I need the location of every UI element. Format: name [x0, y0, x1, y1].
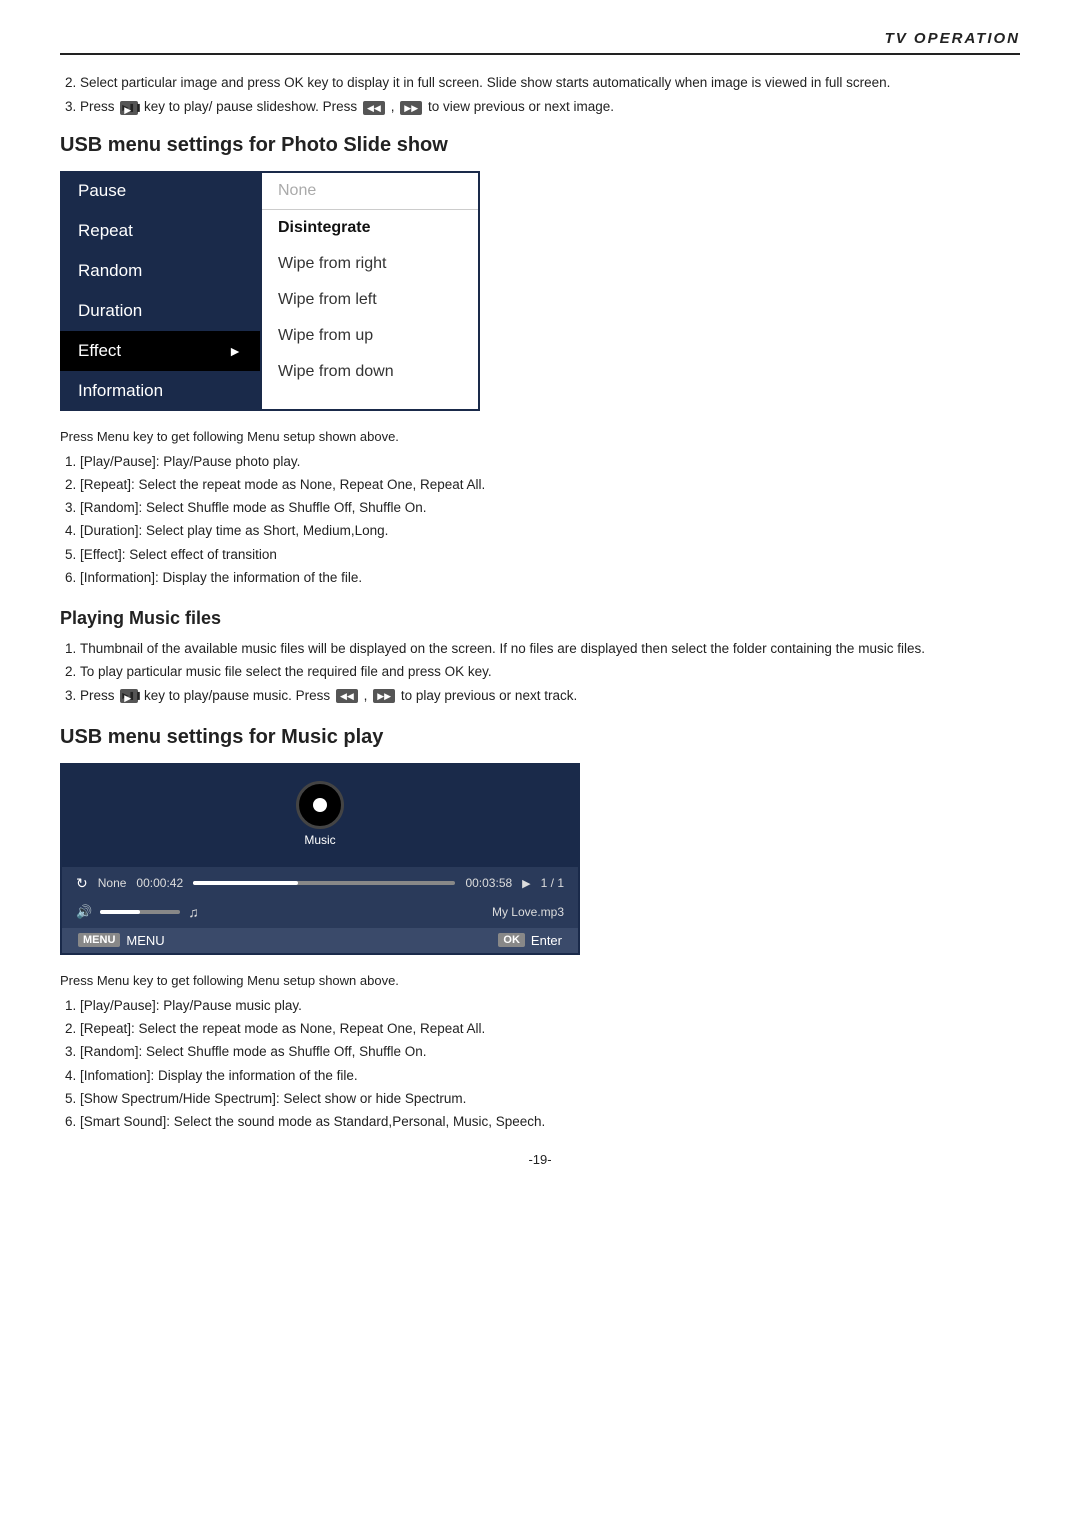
photo-instr-5: [Effect]: Select effect of transition — [80, 545, 1020, 565]
arrow-right-icon: ► — [228, 343, 242, 359]
effect-wipe-right[interactable]: Wipe from right — [262, 246, 478, 282]
intro-list: Select particular image and press OK key… — [80, 73, 1020, 118]
music-intro-3: Press ▶❚❚ key to play/pause music. Press… — [80, 686, 1020, 706]
intro-item-2: Select particular image and press OK key… — [80, 73, 1020, 93]
track-name: My Love.mp3 — [492, 905, 564, 919]
prev-icon: ◀◀ — [363, 101, 385, 115]
photo-menu-right: None Disintegrate Wipe from right Wipe f… — [260, 171, 480, 411]
music-instr-1: [Play/Pause]: Play/Pause music play. — [80, 996, 1020, 1016]
time-duration: 00:03:58 — [465, 876, 512, 890]
music-controls-bar: ↻ None 00:00:42 00:03:58 ▶ 1 / 1 — [62, 867, 578, 900]
menu-item-random[interactable]: Random — [60, 251, 260, 291]
repeat-icon: ↻ — [76, 875, 88, 892]
next-icon: ▶▶ — [400, 101, 422, 115]
time-elapsed: 00:00:42 — [136, 876, 183, 890]
music-instr-3: [Random]: Select Shuffle mode as Shuffle… — [80, 1042, 1020, 1062]
music-sub-title: Playing Music files — [60, 608, 1020, 629]
music-prev-icon: ◀◀ — [336, 689, 358, 703]
music-note-icon: ♫ — [188, 904, 199, 920]
play-indicator: ▶ — [522, 877, 530, 890]
photo-section-title: USB menu settings for Photo Slide show — [60, 134, 1020, 157]
music-row2: 🔊 ♫ My Love.mp3 — [62, 900, 578, 928]
page-number: -19- — [60, 1152, 1020, 1167]
photo-menu-left: Pause Repeat Random Duration Effect ► In… — [60, 171, 260, 411]
music-instr-2: [Repeat]: Select the repeat mode as None… — [80, 1019, 1020, 1039]
music-next-icon: ▶▶ — [373, 689, 395, 703]
music-icon-area: Music — [296, 781, 344, 847]
track-num: 1 / 1 — [541, 876, 564, 890]
photo-instr-1: [Play/Pause]: Play/Pause photo play. — [80, 452, 1020, 472]
menu-item-information[interactable]: Information — [60, 371, 260, 411]
volume-bar-fill — [100, 910, 140, 914]
menu-item-effect[interactable]: Effect ► — [60, 331, 260, 371]
music-instr-5: [Show Spectrum/Hide Spectrum]: Select sh… — [80, 1089, 1020, 1109]
music-player-box: Music ↻ None 00:00:42 00:03:58 ▶ 1 / 1 🔊… — [60, 763, 580, 955]
volume-icon: 🔊 — [76, 904, 92, 920]
music-usb-title: USB menu settings for Music play — [60, 726, 1020, 749]
photo-press-note: Press Menu key to get following Menu set… — [60, 429, 1020, 444]
photo-instr-3: [Random]: Select Shuffle mode as Shuffle… — [80, 498, 1020, 518]
photo-instr-2: [Repeat]: Select the repeat mode as None… — [80, 475, 1020, 495]
intro-item-3: Press ▶❚❚ key to play/ pause slideshow. … — [80, 97, 1020, 117]
effect-wipe-down[interactable]: Wipe from down — [262, 354, 478, 390]
ok-btn-text: Enter — [531, 933, 562, 948]
ok-btn-label: OK — [498, 933, 525, 947]
play-pause-icon: ▶❚❚ — [120, 101, 138, 115]
music-player-inner: Music — [62, 765, 578, 867]
music-intro-2: To play particular music file select the… — [80, 662, 1020, 682]
music-instr-4: [Infomation]: Display the information of… — [80, 1066, 1020, 1086]
menu-item-duration[interactable]: Duration — [60, 291, 260, 331]
menu-item-pause[interactable]: Pause — [60, 171, 260, 211]
effect-wipe-left[interactable]: Wipe from left — [262, 282, 478, 318]
photo-instr-4: [Duration]: Select play time as Short, M… — [80, 521, 1020, 541]
menu-button-pair: MENU MENU — [78, 933, 165, 948]
repeat-label: None — [98, 876, 127, 890]
music-disc-center — [313, 798, 327, 812]
progress-bar[interactable] — [193, 881, 455, 885]
volume-bar[interactable] — [100, 910, 180, 914]
music-play-icon: ▶❚❚ — [120, 689, 138, 703]
menu-btn-text: MENU — [126, 933, 164, 948]
progress-bar-fill — [193, 881, 298, 885]
music-intro-list: Thumbnail of the available music files w… — [80, 639, 1020, 706]
photo-instr-6: [Information]: Display the information o… — [80, 568, 1020, 588]
music-footer-bar: MENU MENU OK Enter — [62, 928, 578, 953]
music-instr-6: [Smart Sound]: Select the sound mode as … — [80, 1112, 1020, 1132]
photo-instructions: [Play/Pause]: Play/Pause photo play. [Re… — [80, 452, 1020, 589]
effect-wipe-up[interactable]: Wipe from up — [262, 318, 478, 354]
music-disc-label: Music — [304, 833, 335, 847]
menu-item-repeat[interactable]: Repeat — [60, 211, 260, 251]
menu-btn-label: MENU — [78, 933, 120, 947]
photo-menu: Pause Repeat Random Duration Effect ► In… — [60, 171, 580, 411]
ok-button-pair: OK Enter — [498, 933, 562, 948]
music-disc-icon — [296, 781, 344, 829]
effect-disintegrate[interactable]: Disintegrate — [262, 210, 478, 246]
music-intro-1: Thumbnail of the available music files w… — [80, 639, 1020, 659]
page-title: TV OPERATION — [60, 30, 1020, 55]
music-press-note: Press Menu key to get following Menu set… — [60, 973, 1020, 988]
effect-none[interactable]: None — [262, 173, 478, 210]
music-instructions: [Play/Pause]: Play/Pause music play. [Re… — [80, 996, 1020, 1133]
